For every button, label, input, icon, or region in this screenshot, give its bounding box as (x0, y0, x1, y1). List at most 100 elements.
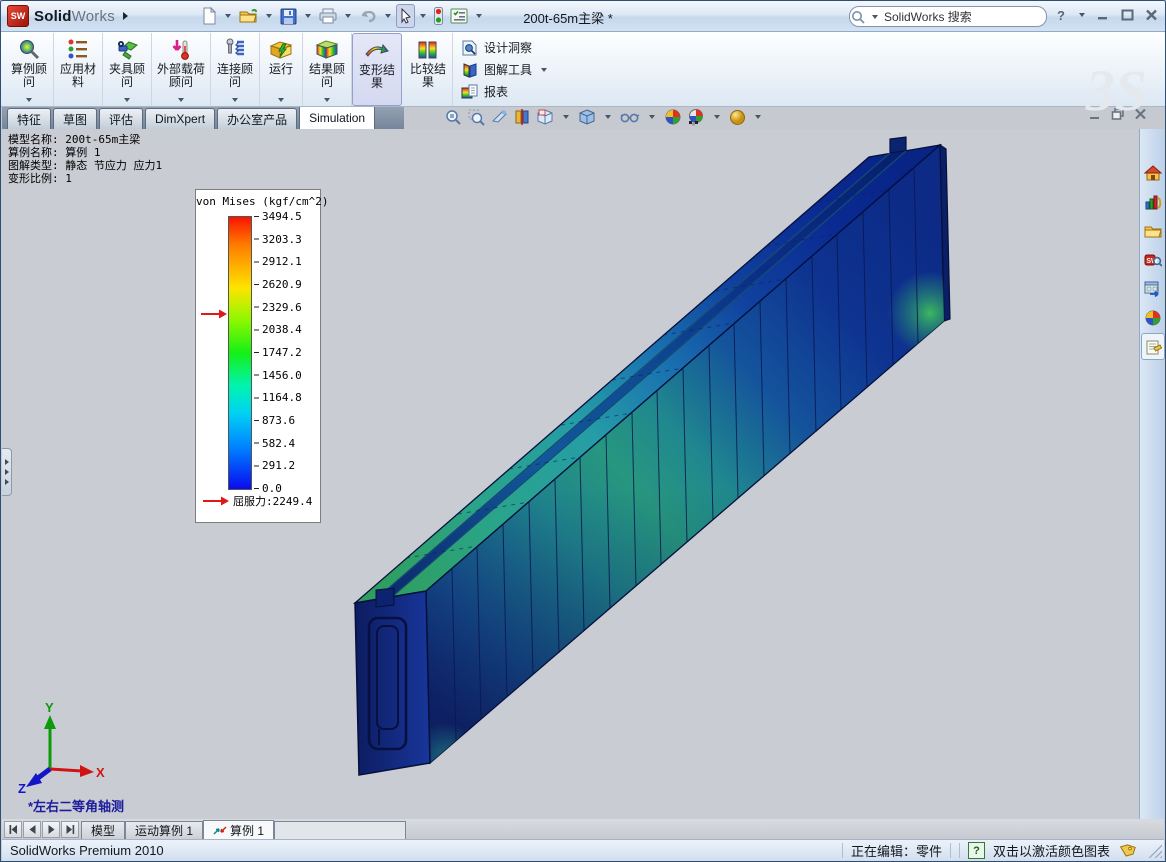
resize-grip[interactable] (1148, 844, 1162, 858)
appearances-scenes-button[interactable] (1141, 304, 1165, 331)
tab-features[interactable]: 特征 (7, 108, 51, 129)
previous-tab-button[interactable] (23, 821, 41, 838)
status-help-icon[interactable]: ? (968, 842, 985, 859)
plot-tools-button[interactable]: 图解工具 (461, 60, 551, 79)
tab-sketch[interactable]: 草图 (53, 108, 97, 129)
first-tab-button[interactable] (4, 821, 22, 838)
design-library-button[interactable] (1141, 188, 1165, 215)
new-document-button[interactable] (198, 4, 220, 28)
fixtures-advisor-caret[interactable] (124, 98, 130, 102)
menu-expand-icon[interactable] (123, 12, 128, 20)
design-insight-button[interactable]: 设计洞察 (461, 38, 551, 57)
close-button[interactable] (1141, 5, 1161, 24)
results-advisor-caret[interactable] (324, 98, 330, 102)
deformed-result-button[interactable]: 变形结果 (352, 33, 402, 106)
tag-icon[interactable] (1118, 844, 1136, 857)
apply-material-button[interactable]: 应用材料 (54, 33, 103, 106)
info-plot-type: 图解类型: 静态 节应力 应力1 (8, 159, 162, 172)
solidworks-resources-button[interactable] (1141, 159, 1165, 186)
legend-value: 1164.8 (262, 391, 302, 404)
search-scope-caret[interactable] (872, 15, 878, 19)
run-button[interactable]: 运行 (260, 33, 303, 106)
stress-color-legend[interactable]: von Mises (kgf/cm^2) 3494.5 3203.3 2912.… (195, 189, 321, 523)
custom-properties-icon (1145, 339, 1162, 355)
compare-results-button[interactable]: 比较结果 (404, 33, 453, 106)
tab-evaluate[interactable]: 评估 (99, 108, 143, 129)
print-button[interactable] (316, 4, 340, 28)
select-tool-button[interactable] (396, 4, 415, 28)
zoom-area-button[interactable] (467, 108, 485, 126)
print-caret[interactable] (345, 14, 351, 18)
fea-beam-model[interactable] (2, 129, 1141, 819)
options-list-caret[interactable] (476, 14, 482, 18)
report-icon (461, 84, 479, 100)
apply-scene-caret[interactable] (714, 115, 720, 119)
doc-restore-button[interactable] (1111, 108, 1125, 120)
status-editing: 正在编辑：零件 (851, 841, 942, 860)
file-explorer-button[interactable] (1141, 217, 1165, 244)
connections-advisor-button[interactable]: 连接顾问 (211, 33, 260, 106)
view-settings-caret[interactable] (755, 115, 761, 119)
hide-show-items-button[interactable] (620, 110, 640, 124)
motion-study-tab[interactable]: 运动算例 1 (125, 821, 203, 839)
minimize-button[interactable] (1093, 5, 1113, 24)
tab-dimxpert[interactable]: DimXpert (145, 108, 215, 129)
undo-button[interactable] (356, 4, 380, 28)
help-button[interactable]: ? (1051, 5, 1071, 24)
tab-simulation[interactable]: Simulation (299, 105, 375, 129)
view-orientation-button[interactable] (536, 108, 554, 126)
compare-results-icon (415, 38, 441, 62)
results-advisor-button[interactable]: 结果顾问 (303, 33, 352, 106)
previous-view-button[interactable] (490, 108, 508, 126)
plot-tools-icon (461, 62, 479, 78)
report-button[interactable]: 报表 (461, 82, 551, 101)
external-loads-advisor-button[interactable]: 外部载荷顾问 (152, 33, 211, 106)
hide-show-items-caret[interactable] (649, 115, 655, 119)
section-view-button[interactable] (513, 108, 531, 126)
status-divider (959, 843, 960, 858)
model-tab[interactable]: 模型 (81, 821, 125, 839)
tab-office-products[interactable]: 办公室产品 (217, 108, 297, 129)
open-button[interactable] (236, 4, 261, 28)
orientation-triad: Y X Z (16, 699, 116, 794)
triad-z-label: Z (18, 781, 26, 794)
view-palette-button[interactable] (1141, 275, 1165, 302)
last-tab-button[interactable] (61, 821, 79, 838)
svg-text:?: ? (1057, 8, 1065, 22)
graphics-viewport[interactable]: 模型名称: 200t-65m主梁 算例名称: 算例 1 图解类型: 静态 节应力… (2, 129, 1141, 819)
next-tab-button[interactable] (42, 821, 60, 838)
doc-close-button[interactable] (1134, 108, 1147, 120)
external-loads-advisor-caret[interactable] (178, 98, 184, 102)
study-advisor-button[interactable]: 算例顾问 (5, 33, 54, 106)
zoom-fit-button[interactable] (444, 108, 462, 126)
undo-caret[interactable] (385, 14, 391, 18)
save-caret[interactable] (305, 14, 311, 18)
display-style-caret[interactable] (605, 115, 611, 119)
maximize-button[interactable] (1117, 5, 1137, 24)
display-style-button[interactable] (578, 108, 596, 126)
help-caret[interactable] (1079, 13, 1085, 17)
solidworks-search-button[interactable]: SW (1141, 246, 1165, 273)
feature-manager-splitter[interactable] (2, 448, 12, 496)
new-document-caret[interactable] (225, 14, 231, 18)
open-caret[interactable] (266, 14, 272, 18)
fixtures-advisor-button[interactable]: 夹具顾问 (103, 33, 152, 106)
select-tool-caret[interactable] (420, 14, 426, 18)
connections-advisor-caret[interactable] (232, 98, 238, 102)
traffic-light-icon[interactable] (431, 4, 446, 28)
plot-tools-caret[interactable] (541, 68, 547, 72)
save-button[interactable] (277, 4, 300, 28)
custom-properties-button[interactable] (1141, 333, 1165, 360)
info-deformation-scale: 变形比例: 1 (8, 172, 162, 185)
apply-scene-button[interactable] (687, 108, 705, 126)
options-list-button[interactable] (447, 4, 471, 28)
study-advisor-caret[interactable] (26, 98, 32, 102)
view-settings-button[interactable] (729, 109, 746, 126)
view-orientation-caret[interactable] (563, 115, 569, 119)
status-hint[interactable]: 双击以激活颜色图表 (993, 841, 1110, 860)
run-caret[interactable] (278, 98, 284, 102)
edit-appearance-button[interactable] (664, 108, 682, 126)
search-input[interactable]: SolidWorks 搜索 (849, 6, 1047, 27)
simulation-study-tab[interactable]: 算例 1 (203, 820, 274, 839)
doc-minimize-button[interactable] (1089, 108, 1102, 120)
